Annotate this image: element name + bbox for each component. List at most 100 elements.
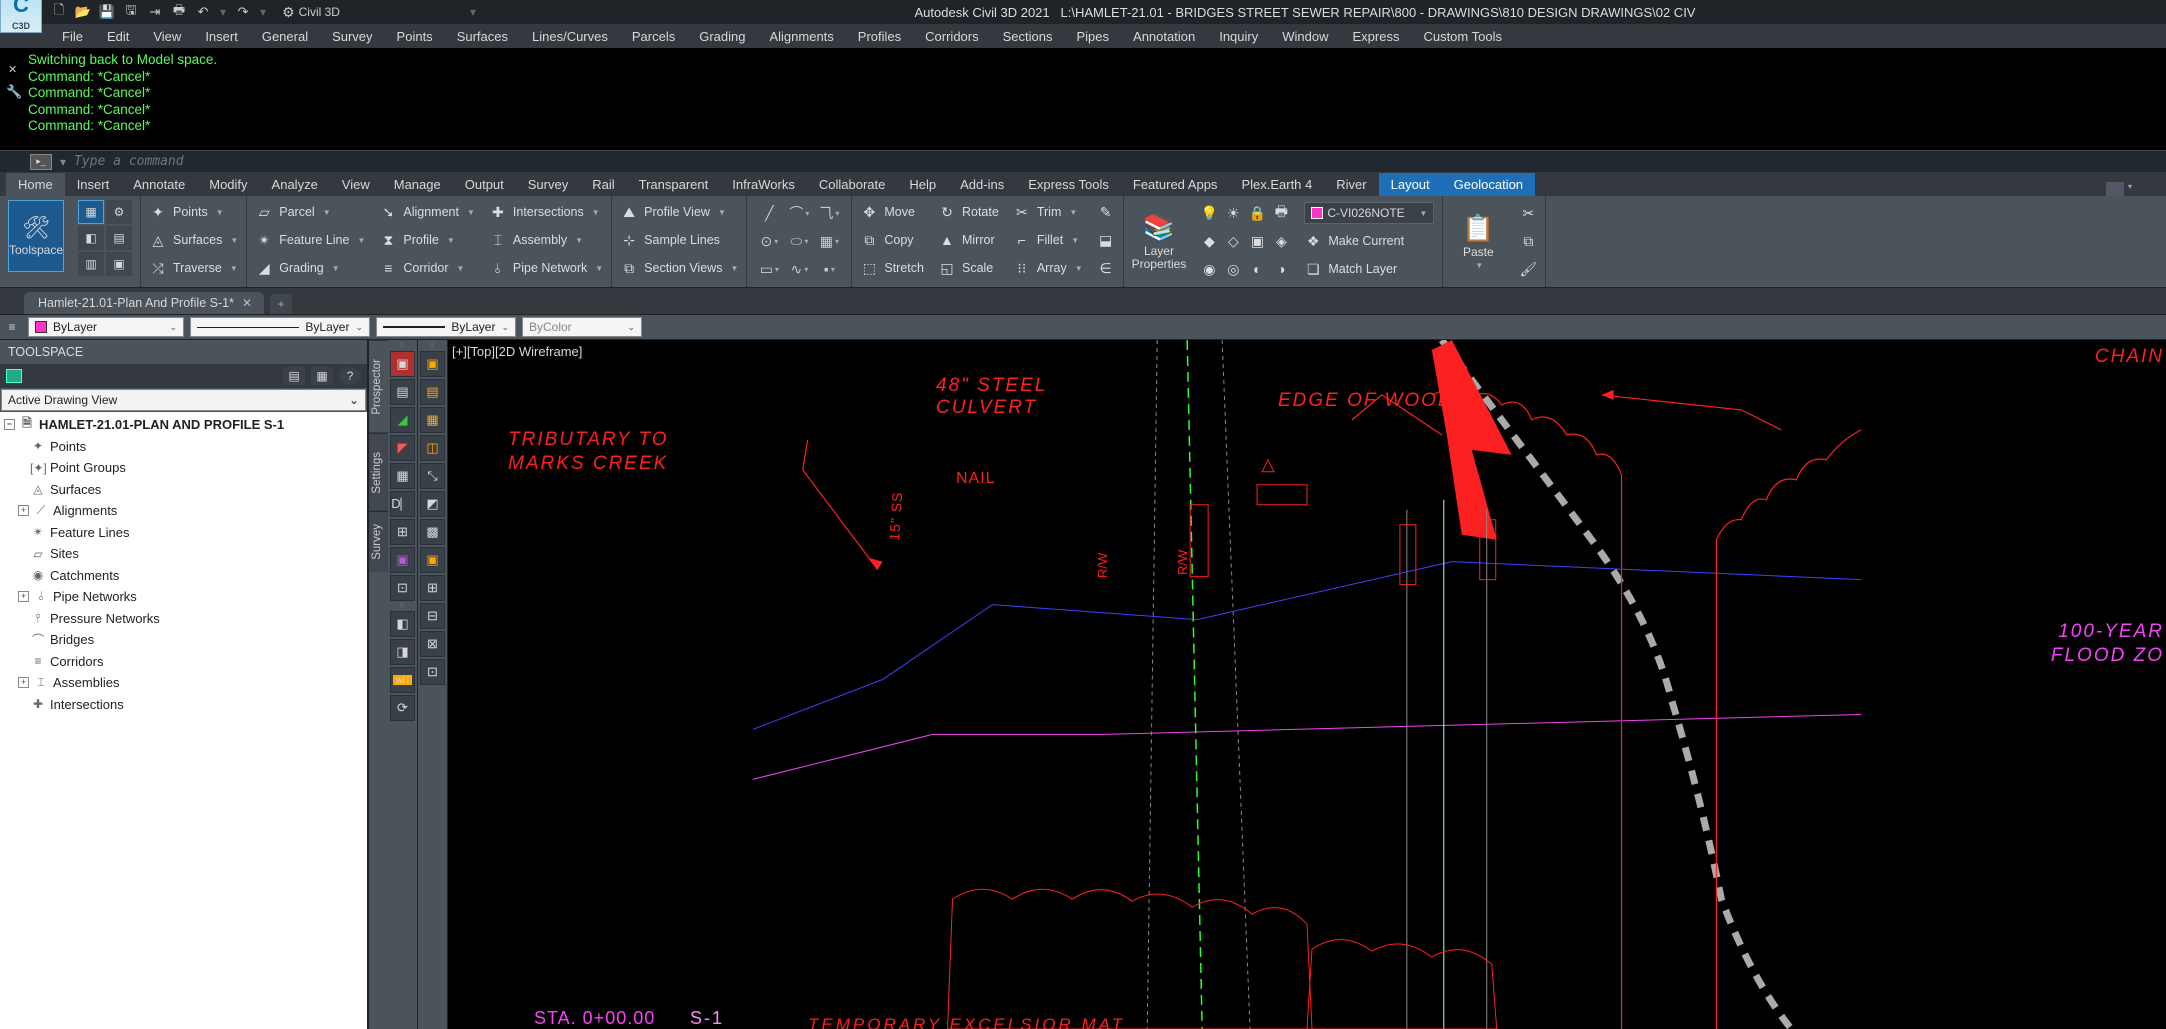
tab-infraworks[interactable]: InfraWorks [720,173,807,196]
tb-icon[interactable]: ⊞ [420,575,445,601]
tb-icon[interactable]: ⊡ [390,575,415,601]
menu-surfaces[interactable]: Surfaces [445,26,520,47]
tab-geolocation[interactable]: Geolocation [1442,173,1535,196]
prospector-tree[interactable]: −🗎HAMLET-21.01-PLAN AND PROFILE S-1 ✦Poi… [0,412,367,1029]
view-dropdown[interactable]: Active Drawing View⌄ [1,389,366,411]
tab-view[interactable]: View [330,173,382,196]
tree-node-sites[interactable]: ▱Sites [0,543,367,565]
tree-node-pressure-networks[interactable]: ⫯Pressure Networks [0,608,367,630]
section-views-button[interactable]: ⧉Section Views▼ [620,256,738,280]
tb-icon[interactable]: D⎸ [390,491,415,517]
menu-survey[interactable]: Survey [320,26,384,47]
tab-output[interactable]: Output [453,173,516,196]
tab-river[interactable]: River [1324,173,1378,196]
move-button[interactable]: ✥Move [860,200,924,224]
menu-custom[interactable]: Custom Tools [1411,26,1514,47]
tb-icon[interactable]: ▤ [420,379,445,405]
grading-button[interactable]: ◢Grading▼ [255,256,365,280]
tb-icon[interactable]: ▣ [390,547,415,573]
wrench-icon[interactable]: 🔧 [6,84,22,101]
menu-alignments[interactable]: Alignments [757,26,845,47]
save-icon[interactable]: 💾 [98,3,116,21]
tb-icon[interactable]: ▣ [390,351,415,377]
ts-btn[interactable]: ▤ [283,367,305,385]
tree-node-bridges[interactable]: ⌒Bridges [0,629,367,651]
vtab-settings[interactable]: Settings [369,433,388,512]
menu-pipes[interactable]: Pipes [1065,26,1122,47]
layer-icon[interactable]: ▣ [1248,233,1266,250]
tb-icon[interactable]: ▩ [420,519,445,545]
scale-button[interactable]: ◱Scale [938,256,999,280]
match-layer-button[interactable]: ❏Match Layer [1304,257,1434,281]
tab-analyze[interactable]: Analyze [260,173,330,196]
vtab-prospector[interactable]: Prospector [369,340,388,433]
tab-help[interactable]: Help [897,173,948,196]
tab-plex[interactable]: Plex.Earth 4 [1229,173,1324,196]
layer-icon[interactable]: ◇ [1224,233,1242,250]
tb-icon[interactable]: ▣ [420,547,445,573]
export-icon[interactable]: ⇥ [146,3,164,21]
tab-addins[interactable]: Add-ins [948,173,1016,196]
layer-icon[interactable]: ◆ [1200,233,1218,250]
menu-profiles[interactable]: Profiles [846,26,913,47]
alignment-button[interactable]: ➘Alignment▼ [379,200,475,224]
tb-icon[interactable]: ▤ [390,379,415,405]
vtab-survey[interactable]: Survey [369,511,388,572]
add-tab-button[interactable]: + [270,294,292,314]
tb-icon[interactable]: ⟳ [390,695,415,721]
ribbon-collapse-icon[interactable] [2106,182,2124,196]
bulb-icon[interactable]: 💡 [1200,205,1218,222]
fillet-button[interactable]: ⌐Fillet▼ [1013,228,1083,252]
tab-insert[interactable]: Insert [65,173,122,196]
toolspace-button[interactable]: 🛠 Toolspace [8,200,64,272]
tab-annotate[interactable]: Annotate [121,173,197,196]
lineweight-combo[interactable]: ByLayer⌄ [376,317,516,337]
drawing-viewport[interactable]: [+][Top][2D Wireframe] [448,340,2166,1029]
make-current-button[interactable]: ❖Make Current [1304,229,1434,253]
props-icon[interactable]: ≡ [2,320,22,334]
tb-icon[interactable]: ▦ [390,463,415,489]
menu-grading[interactable]: Grading [687,26,757,47]
palette-btn[interactable]: ▥ [78,252,104,276]
match-prop-icon[interactable]: 🖌 [1519,261,1537,278]
offset-icon[interactable]: ∈ [1097,260,1115,277]
tree-node-alignments[interactable]: +⟋Alignments [0,500,367,522]
cut-icon[interactable]: ✂ [1519,205,1537,222]
plotstyle-combo[interactable]: ByColor⌄ [522,317,642,337]
menu-annotation[interactable]: Annotation [1121,26,1207,47]
lock-icon[interactable]: 🔒 [1248,205,1266,222]
palette-btn[interactable]: ◧ [78,226,104,250]
explode-icon[interactable]: ⬓ [1097,232,1115,249]
array-button[interactable]: ⁝⁝Array▼ [1013,256,1083,280]
copy-clip-icon[interactable]: ⧉ [1519,233,1537,250]
ts-icon[interactable] [6,369,22,383]
saveas-icon[interactable]: 🖫 [122,3,140,21]
menu-general[interactable]: General [250,26,320,47]
menu-window[interactable]: Window [1270,26,1340,47]
menu-insert[interactable]: Insert [193,26,250,47]
plot-icon[interactable]: 🖶 [1272,201,1290,225]
tb-icon[interactable]: ◨ [390,639,415,665]
menu-points[interactable]: Points [385,26,445,47]
trim-button[interactable]: ✂Trim▼ [1013,200,1083,224]
palette-btn[interactable]: ▤ [106,226,132,250]
arc-icon[interactable]: ⌒▾ [785,200,813,226]
tb-icon[interactable]: ⊠ [420,631,445,657]
tree-node-assemblies[interactable]: +⌶Assemblies [0,672,367,694]
sun-icon[interactable]: ☀ [1224,205,1242,222]
surfaces-button[interactable]: ◬Surfaces▼ [149,228,238,252]
menu-lines[interactable]: Lines/Curves [520,26,620,47]
tree-root[interactable]: −🗎HAMLET-21.01-PLAN AND PROFILE S-1 [0,414,367,436]
tree-node-surfaces[interactable]: ◬Surfaces [0,479,367,501]
rect-icon[interactable]: ▭▾ [755,256,783,282]
tb-icon[interactable]: ◩ [420,491,445,517]
palette-btn[interactable]: ▣ [106,252,132,276]
tab-rail[interactable]: Rail [580,173,626,196]
stretch-button[interactable]: ⬚Stretch [860,256,924,280]
tb-icon[interactable]: ◢ [390,407,415,433]
menu-file[interactable]: File [50,26,95,47]
tab-modify[interactable]: Modify [197,173,259,196]
app-icon[interactable]: CC3D [0,0,42,33]
doc-tab[interactable]: Hamlet-21.01-Plan And Profile S-1* ✕ [24,292,264,314]
tree-node-intersections[interactable]: ✚Intersections [0,694,367,716]
